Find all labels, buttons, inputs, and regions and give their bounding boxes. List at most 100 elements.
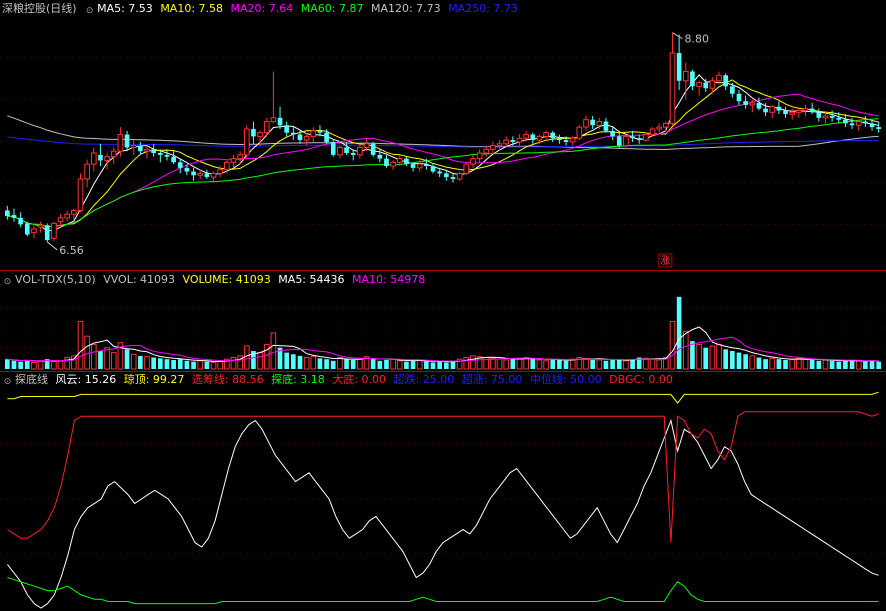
volume-bar bbox=[416, 359, 423, 370]
volume-bar bbox=[723, 349, 729, 369]
volume-bar bbox=[630, 359, 635, 369]
candle-body bbox=[243, 128, 250, 156]
candle-body bbox=[829, 116, 835, 118]
candle-body bbox=[863, 121, 868, 124]
volume-bar bbox=[690, 341, 695, 369]
high-pointer bbox=[672, 32, 683, 40]
low-pointer bbox=[46, 241, 58, 251]
volume-bar bbox=[829, 360, 835, 369]
candle-body bbox=[843, 119, 848, 124]
volume-bar bbox=[649, 358, 656, 370]
candle-body bbox=[384, 158, 389, 166]
candle-body bbox=[682, 71, 689, 82]
volume-bar bbox=[210, 361, 217, 370]
volume-bar bbox=[370, 359, 376, 369]
volume-bar bbox=[756, 357, 762, 369]
candle-body bbox=[263, 121, 270, 134]
candle-body bbox=[350, 153, 356, 155]
candle-body bbox=[310, 130, 317, 137]
volume-bar bbox=[377, 360, 383, 369]
volume-bar bbox=[876, 361, 882, 369]
volume-bar bbox=[230, 357, 237, 370]
candle-body bbox=[330, 141, 336, 155]
volume-bar bbox=[263, 343, 270, 370]
candle-body bbox=[257, 132, 263, 137]
volume-bar bbox=[57, 360, 64, 370]
volume-bar bbox=[590, 359, 595, 369]
limit-up-marker: 涨 bbox=[660, 255, 670, 267]
candle-body bbox=[536, 135, 543, 141]
candle-body bbox=[210, 172, 217, 178]
candle-body bbox=[144, 148, 150, 152]
volume-bar bbox=[863, 361, 868, 369]
volume-bar bbox=[470, 355, 476, 370]
volume-bar bbox=[64, 357, 71, 370]
volume-ma5-line bbox=[7, 326, 879, 363]
volume-bar bbox=[623, 360, 629, 370]
volume-bar bbox=[317, 358, 323, 369]
ma5-line bbox=[7, 74, 879, 232]
candle-body bbox=[151, 149, 156, 154]
volume-bar bbox=[291, 354, 296, 369]
candle-body bbox=[117, 134, 124, 152]
candle-body bbox=[410, 164, 416, 168]
candle-body bbox=[656, 126, 663, 130]
candle-body bbox=[237, 154, 243, 160]
volume-bar bbox=[783, 359, 788, 369]
candle-body bbox=[476, 152, 483, 160]
volume-bar bbox=[138, 355, 143, 369]
volume-bar bbox=[144, 356, 150, 370]
volume-bar bbox=[357, 357, 363, 370]
candle-body bbox=[623, 135, 629, 147]
candle-body bbox=[776, 106, 782, 111]
volume-bar bbox=[130, 353, 137, 370]
candle-body bbox=[769, 106, 776, 113]
volume-bar bbox=[177, 359, 183, 369]
candle-body bbox=[849, 123, 855, 126]
volume-bar bbox=[603, 360, 609, 369]
volume-bar bbox=[424, 361, 429, 369]
candle-body bbox=[84, 163, 90, 180]
candle-body bbox=[483, 148, 490, 154]
candle-body bbox=[696, 82, 702, 87]
candle-body bbox=[337, 146, 343, 156]
candle-body bbox=[344, 147, 349, 154]
candle-body bbox=[204, 173, 210, 178]
candle-body bbox=[98, 154, 103, 161]
candle-body bbox=[789, 111, 796, 115]
volume-bar bbox=[257, 352, 263, 370]
candle-body bbox=[284, 125, 290, 133]
candle-body bbox=[90, 152, 97, 165]
volume-bar bbox=[536, 359, 543, 370]
candle-body bbox=[796, 109, 802, 113]
volume-bar bbox=[569, 358, 576, 370]
volume-bar bbox=[849, 359, 855, 369]
candle-body bbox=[370, 143, 376, 155]
stock-chart[interactable]: 8.80 6.56 涨 bbox=[0, 0, 886, 611]
candle-body bbox=[869, 123, 875, 128]
indicator-line bbox=[7, 418, 879, 609]
volume-bar bbox=[243, 345, 250, 370]
volume-bar bbox=[749, 355, 756, 370]
candle-body bbox=[783, 110, 788, 115]
candle-body bbox=[377, 154, 383, 159]
volume-bar bbox=[297, 355, 303, 369]
volume-bar bbox=[171, 359, 176, 369]
volume-bar bbox=[656, 359, 663, 370]
volume-bar bbox=[802, 358, 809, 370]
candle-body bbox=[723, 75, 729, 87]
volume-bar bbox=[443, 362, 449, 369]
volume-bar bbox=[736, 352, 742, 369]
candle-body bbox=[191, 171, 196, 176]
candle-body bbox=[64, 213, 71, 219]
candle-body bbox=[630, 136, 635, 139]
volume-bar bbox=[84, 335, 90, 370]
candle-body bbox=[430, 166, 436, 172]
candle-body bbox=[822, 115, 829, 119]
candle-body bbox=[171, 156, 176, 163]
volume-bar bbox=[24, 359, 30, 369]
candle-body bbox=[104, 156, 110, 161]
volume-bar bbox=[776, 359, 782, 369]
candle-body bbox=[530, 134, 536, 141]
volume-bar bbox=[836, 361, 842, 369]
